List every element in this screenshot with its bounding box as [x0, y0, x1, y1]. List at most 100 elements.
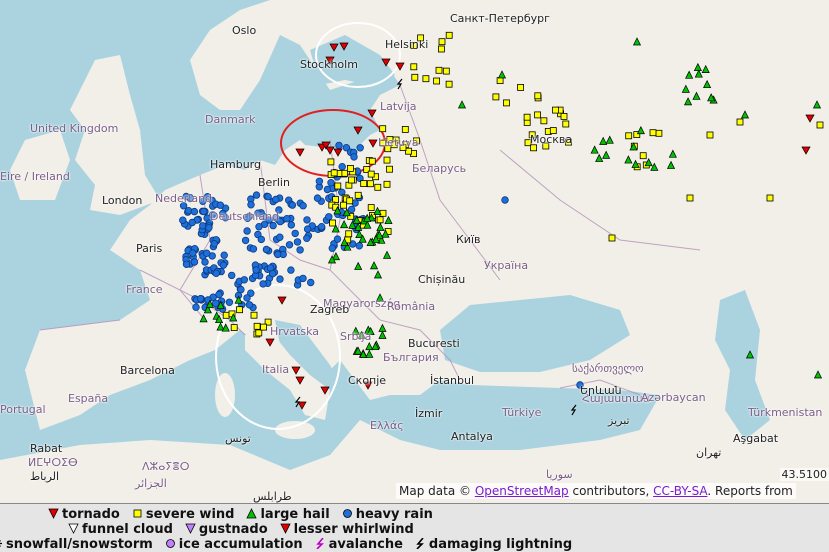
- heavy-rain-marker[interactable]: [273, 196, 280, 203]
- severe-wind-marker[interactable]: [402, 126, 408, 132]
- heavy-rain-marker[interactable]: [250, 246, 257, 253]
- heavy-rain-marker[interactable]: [221, 252, 228, 259]
- severe-wind-marker[interactable]: [342, 170, 348, 176]
- heavy-rain-marker[interactable]: [292, 230, 299, 237]
- heavy-rain-marker[interactable]: [200, 223, 207, 230]
- severe-wind-marker[interactable]: [375, 184, 381, 190]
- heavy-rain-marker[interactable]: [286, 242, 293, 249]
- severe-wind-marker[interactable]: [434, 78, 440, 84]
- heavy-rain-marker[interactable]: [206, 225, 213, 232]
- heavy-rain-marker[interactable]: [314, 195, 321, 202]
- heavy-rain-marker[interactable]: [212, 300, 219, 307]
- severe-wind-marker[interactable]: [346, 231, 352, 237]
- severe-wind-marker[interactable]: [237, 307, 243, 313]
- severe-wind-marker[interactable]: [411, 64, 417, 70]
- heavy-rain-marker[interactable]: [180, 217, 187, 224]
- severe-wind-marker[interactable]: [817, 122, 823, 128]
- severe-wind-marker[interactable]: [650, 130, 656, 136]
- heavy-rain-marker[interactable]: [228, 272, 235, 279]
- heavy-rain-marker[interactable]: [277, 276, 284, 283]
- heavy-rain-marker[interactable]: [351, 154, 358, 161]
- heavy-rain-marker[interactable]: [277, 234, 284, 241]
- severe-wind-marker[interactable]: [223, 312, 229, 318]
- heavy-rain-marker[interactable]: [324, 186, 331, 193]
- heavy-rain-marker[interactable]: [274, 251, 281, 258]
- severe-wind-marker[interactable]: [254, 323, 260, 329]
- heavy-rain-marker[interactable]: [242, 237, 249, 244]
- severe-wind-marker[interactable]: [412, 74, 418, 80]
- severe-wind-marker[interactable]: [368, 171, 374, 177]
- heavy-rain-marker[interactable]: [294, 239, 301, 246]
- severe-wind-marker[interactable]: [367, 181, 373, 187]
- heavy-rain-marker[interactable]: [258, 236, 265, 243]
- severe-wind-marker[interactable]: [349, 177, 355, 183]
- severe-wind-marker[interactable]: [707, 132, 713, 138]
- heavy-rain-marker[interactable]: [304, 235, 311, 242]
- severe-wind-marker[interactable]: [518, 84, 524, 90]
- severe-wind-marker[interactable]: [361, 181, 367, 187]
- heavy-rain-marker[interactable]: [304, 217, 311, 224]
- severe-wind-marker[interactable]: [524, 114, 530, 120]
- severe-wind-marker[interactable]: [737, 119, 743, 125]
- severe-wind-marker[interactable]: [384, 157, 390, 163]
- heavy-rain-marker[interactable]: [284, 215, 291, 222]
- heavy-rain-marker[interactable]: [248, 202, 255, 209]
- severe-wind-marker[interactable]: [328, 159, 334, 165]
- heavy-rain-marker[interactable]: [238, 286, 245, 293]
- heavy-rain-marker[interactable]: [263, 246, 270, 253]
- severe-wind-marker[interactable]: [347, 165, 353, 171]
- severe-wind-marker[interactable]: [626, 133, 632, 139]
- heavy-rain-marker[interactable]: [289, 202, 296, 209]
- heavy-rain-marker[interactable]: [244, 295, 251, 302]
- severe-wind-marker[interactable]: [331, 170, 337, 176]
- severe-wind-marker[interactable]: [446, 81, 452, 87]
- heavy-rain-marker[interactable]: [502, 197, 509, 204]
- heavy-rain-marker[interactable]: [241, 277, 248, 284]
- heavy-rain-marker[interactable]: [265, 193, 272, 200]
- heavy-rain-marker[interactable]: [348, 206, 355, 213]
- severe-wind-marker[interactable]: [541, 118, 547, 124]
- heavy-rain-marker[interactable]: [253, 267, 260, 274]
- severe-wind-marker[interactable]: [504, 100, 510, 106]
- openstreetmap-link[interactable]: OpenStreetMap: [475, 484, 569, 498]
- severe-wind-marker[interactable]: [553, 107, 559, 113]
- heavy-rain-marker[interactable]: [197, 295, 204, 302]
- cc-by-sa-link[interactable]: CC-BY-SA: [653, 484, 707, 498]
- heavy-rain-marker[interactable]: [270, 222, 277, 229]
- severe-wind-marker[interactable]: [563, 121, 569, 127]
- heavy-rain-marker[interactable]: [193, 304, 200, 311]
- heavy-rain-marker[interactable]: [328, 179, 335, 186]
- severe-wind-marker[interactable]: [438, 46, 444, 52]
- heavy-rain-marker[interactable]: [183, 261, 190, 268]
- heavy-rain-marker[interactable]: [334, 236, 341, 243]
- heavy-rain-marker[interactable]: [211, 241, 218, 248]
- heavy-rain-marker[interactable]: [297, 247, 304, 254]
- heavy-rain-marker[interactable]: [300, 202, 307, 209]
- heavy-rain-marker[interactable]: [300, 275, 307, 282]
- severe-wind-marker[interactable]: [368, 205, 374, 211]
- heavy-rain-marker[interactable]: [189, 219, 196, 226]
- severe-wind-marker[interactable]: [251, 312, 257, 318]
- severe-wind-marker[interactable]: [687, 195, 693, 201]
- heavy-rain-marker[interactable]: [316, 178, 323, 185]
- severe-wind-marker[interactable]: [535, 93, 541, 99]
- heavy-rain-marker[interactable]: [213, 270, 220, 277]
- severe-wind-marker[interactable]: [380, 210, 386, 216]
- heavy-rain-marker[interactable]: [191, 259, 198, 266]
- severe-wind-marker[interactable]: [443, 68, 449, 74]
- severe-wind-marker[interactable]: [256, 330, 262, 336]
- heavy-rain-marker[interactable]: [217, 202, 224, 209]
- heavy-rain-marker[interactable]: [202, 259, 209, 266]
- heavy-rain-marker[interactable]: [253, 192, 260, 199]
- severe-wind-marker[interactable]: [493, 94, 499, 100]
- heavy-rain-marker[interactable]: [304, 226, 311, 233]
- damaging-lightning-marker[interactable]: [572, 405, 576, 415]
- severe-wind-marker[interactable]: [656, 130, 662, 136]
- severe-wind-marker[interactable]: [261, 324, 267, 330]
- heavy-rain-marker[interactable]: [357, 145, 364, 152]
- severe-wind-marker[interactable]: [377, 217, 383, 223]
- heavy-rain-marker[interactable]: [336, 142, 343, 149]
- severe-wind-marker[interactable]: [640, 153, 646, 159]
- heavy-rain-marker[interactable]: [203, 250, 210, 257]
- heavy-rain-marker[interactable]: [226, 299, 233, 306]
